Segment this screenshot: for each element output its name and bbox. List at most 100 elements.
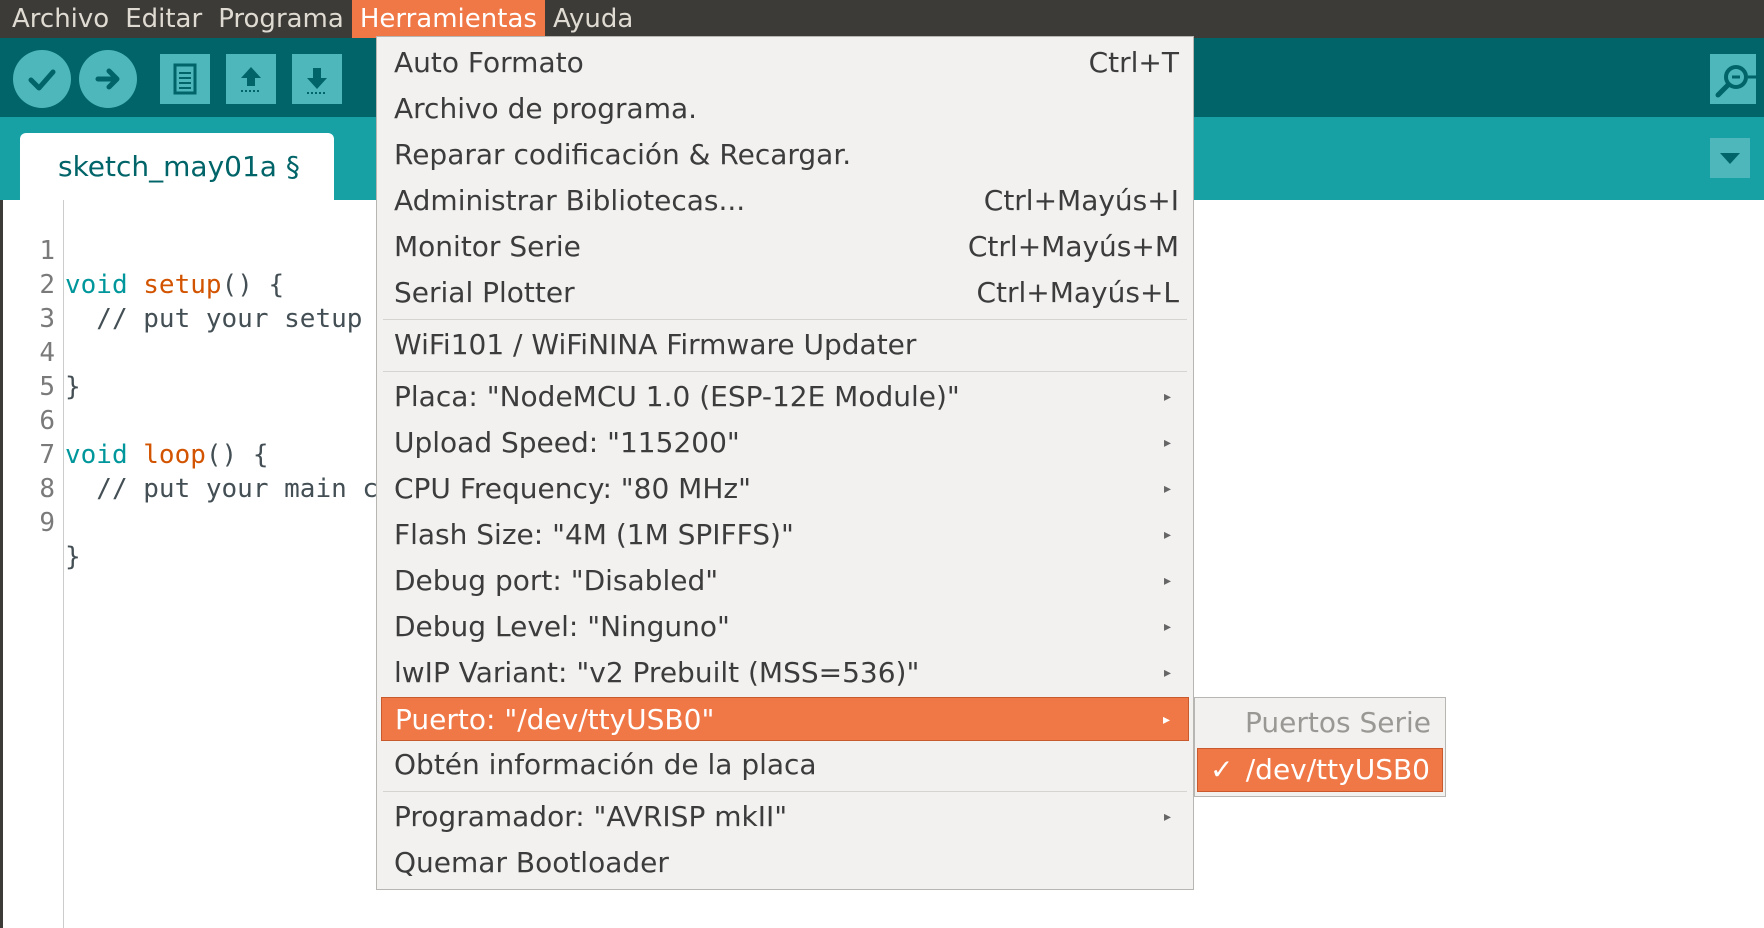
code-line: 9 } bbox=[0, 472, 80, 572]
menu-item-label: Programador: "AVRISP mkII" bbox=[394, 800, 788, 833]
menu-item-flash-size[interactable]: Flash Size: "4M (1M SPIFFS)" ▸ bbox=[381, 513, 1189, 557]
new-sketch-button[interactable] bbox=[160, 54, 210, 104]
code-line: 4 } bbox=[0, 302, 80, 402]
menu-item-label: Puerto: "/dev/ttyUSB0" bbox=[395, 703, 715, 736]
verify-icon bbox=[28, 69, 56, 91]
submenu-header: Puertos Serie bbox=[1245, 706, 1431, 739]
upload-arrow-icon bbox=[95, 68, 120, 90]
menu-separator bbox=[383, 791, 1187, 792]
save-down-arrow-icon bbox=[307, 68, 327, 94]
menu-item-puerto[interactable]: Puerto: "/dev/ttyUSB0" ▸ bbox=[381, 697, 1189, 741]
submenu-arrow-icon: ▸ bbox=[1163, 527, 1171, 543]
code-line: 6 void loop() { bbox=[0, 370, 268, 470]
serial-monitor-button[interactable] bbox=[1710, 54, 1756, 104]
port-item-ttyusb0[interactable]: ✓ /dev/ttyUSB0 bbox=[1197, 748, 1443, 792]
menu-item-label: lwIP Variant: "v2 Prebuilt (MSS=536)" bbox=[394, 656, 920, 689]
code-comment: // put your setup bbox=[65, 304, 379, 334]
code-line: 2 // put your setup bbox=[0, 234, 362, 334]
code-text: () { bbox=[221, 270, 285, 300]
menu-item-quemar-bootloader[interactable]: Quemar Bootloader bbox=[381, 841, 1189, 885]
menu-item-label: Serial Plotter bbox=[394, 276, 575, 309]
code-line: 1 void setup() { bbox=[0, 200, 284, 300]
gutter-divider bbox=[63, 200, 64, 928]
keyword: void bbox=[65, 270, 128, 300]
menu-item-label: Reparar codificación & Recargar. bbox=[394, 138, 852, 171]
open-up-arrow-icon bbox=[241, 67, 261, 92]
menu-item-label: Obtén información de la placa bbox=[394, 748, 817, 781]
menu-item-info-placa[interactable]: Obtén información de la placa bbox=[381, 743, 1189, 787]
menu-item-serial-plotter[interactable]: Serial Plotter Ctrl+Mayús+L bbox=[381, 271, 1189, 315]
menu-archivo[interactable]: Archivo bbox=[0, 0, 117, 38]
menu-item-label: Administrar Bibliotecas... bbox=[394, 184, 746, 217]
menu-item-administrar-bibliotecas[interactable]: Administrar Bibliotecas... Ctrl+Mayús+I bbox=[381, 179, 1189, 223]
menu-item-placa[interactable]: Placa: "NodeMCU 1.0 (ESP-12E Module)" ▸ bbox=[381, 375, 1189, 419]
menu-item-reparar-codificacion[interactable]: Reparar codificación & Recargar. bbox=[381, 133, 1189, 177]
menu-item-upload-speed[interactable]: Upload Speed: "115200" ▸ bbox=[381, 421, 1189, 465]
submenu-arrow-icon: ▸ bbox=[1163, 619, 1171, 635]
menu-item-label: Auto Formato bbox=[394, 46, 584, 79]
new-file-icon bbox=[173, 63, 197, 95]
submenu-arrow-icon: ▸ bbox=[1163, 481, 1171, 497]
submenu-arrow-icon: ▸ bbox=[1163, 435, 1171, 451]
menu-item-label: Debug Level: "Ninguno" bbox=[394, 610, 730, 643]
menu-separator bbox=[383, 371, 1187, 372]
tab-sketch[interactable]: sketch_may01a § bbox=[20, 133, 334, 200]
menu-item-label: Upload Speed: "115200" bbox=[394, 426, 740, 459]
port-submenu: Puertos Serie ✓ /dev/ttyUSB0 bbox=[1194, 697, 1446, 797]
code-line: 3 bbox=[0, 268, 63, 334]
menu-item-programador[interactable]: Programador: "AVRISP mkII" ▸ bbox=[381, 795, 1189, 839]
code-text: } bbox=[65, 372, 81, 402]
menu-editar[interactable]: Editar bbox=[117, 0, 210, 38]
open-sketch-button[interactable] bbox=[226, 54, 276, 104]
menu-item-label: Debug port: "Disabled" bbox=[394, 564, 719, 597]
keyword: void bbox=[65, 440, 128, 470]
menu-bar: Archivo Editar Programa Herramientas Ayu… bbox=[0, 0, 1764, 38]
menu-separator bbox=[383, 319, 1187, 320]
menu-item-debug-level[interactable]: Debug Level: "Ninguno" ▸ bbox=[381, 605, 1189, 649]
code-line: 7 // put your main c bbox=[0, 404, 378, 504]
function-name: setup bbox=[143, 270, 222, 300]
port-label: /dev/ttyUSB0 bbox=[1245, 753, 1430, 786]
code-text: () { bbox=[205, 440, 269, 470]
magnifier-icon bbox=[1715, 65, 1756, 98]
menu-programa[interactable]: Programa bbox=[210, 0, 352, 38]
menu-item-monitor-serie[interactable]: Monitor Serie Ctrl+Mayús+M bbox=[381, 225, 1189, 269]
upload-button[interactable] bbox=[79, 50, 137, 108]
code-text: } bbox=[65, 542, 81, 572]
menu-item-label: CPU Frequency: "80 MHz" bbox=[394, 472, 751, 505]
shortcut-label: Ctrl+Mayús+M bbox=[967, 230, 1179, 263]
menu-item-firmware-updater[interactable]: WiFi101 / WiFiNINA Firmware Updater bbox=[381, 323, 1189, 367]
code-comment: // put your main c bbox=[65, 474, 379, 504]
menu-item-label: Monitor Serie bbox=[394, 230, 581, 263]
line-number: 9 bbox=[39, 508, 55, 538]
shortcut-label: Ctrl+Mayús+L bbox=[976, 276, 1179, 309]
function-name: loop bbox=[143, 440, 206, 470]
check-icon: ✓ bbox=[1210, 753, 1234, 786]
code-line: 8 bbox=[0, 438, 63, 504]
menu-item-auto-formato[interactable]: Auto Formato Ctrl+T bbox=[381, 41, 1189, 85]
menu-item-label: Placa: "NodeMCU 1.0 (ESP-12E Module)" bbox=[394, 380, 960, 413]
verify-button[interactable] bbox=[13, 50, 71, 108]
menu-item-lwip-variant[interactable]: lwIP Variant: "v2 Prebuilt (MSS=536)" ▸ bbox=[381, 651, 1189, 695]
save-sketch-button[interactable] bbox=[292, 54, 342, 104]
menu-item-label: WiFi101 / WiFiNINA Firmware Updater bbox=[394, 328, 917, 361]
code-line: 5 bbox=[0, 336, 63, 402]
submenu-arrow-icon: ▸ bbox=[1163, 809, 1171, 825]
menu-item-debug-port[interactable]: Debug port: "Disabled" ▸ bbox=[381, 559, 1189, 603]
menu-item-label: Quemar Bootloader bbox=[394, 846, 669, 879]
shortcut-label: Ctrl+Mayús+I bbox=[983, 184, 1179, 217]
submenu-arrow-icon: ▸ bbox=[1163, 389, 1171, 405]
tab-menu-button[interactable] bbox=[1710, 138, 1750, 178]
submenu-arrow-icon: ▸ bbox=[1163, 573, 1171, 589]
menu-item-cpu-frequency[interactable]: CPU Frequency: "80 MHz" ▸ bbox=[381, 467, 1189, 511]
submenu-arrow-icon: ▸ bbox=[1162, 712, 1170, 728]
menu-ayuda[interactable]: Ayuda bbox=[545, 0, 641, 38]
tools-menu: Auto Formato Ctrl+T Archivo de programa.… bbox=[376, 36, 1194, 890]
submenu-arrow-icon: ▸ bbox=[1163, 665, 1171, 681]
menu-item-label: Archivo de programa. bbox=[394, 92, 698, 125]
menu-item-archivo-de-programa[interactable]: Archivo de programa. bbox=[381, 87, 1189, 131]
menu-herramientas[interactable]: Herramientas bbox=[351, 0, 545, 38]
shortcut-label: Ctrl+T bbox=[1088, 46, 1179, 79]
chevron-down-icon bbox=[1720, 153, 1740, 164]
menu-item-label: Flash Size: "4M (1M SPIFFS)" bbox=[394, 518, 794, 551]
